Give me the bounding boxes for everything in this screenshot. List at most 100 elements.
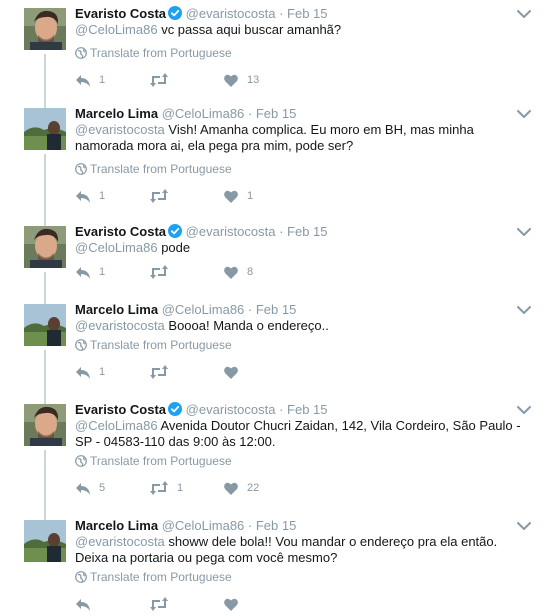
replies-count: 1	[99, 266, 106, 278]
author-handle[interactable]: @CeloLima86	[162, 518, 245, 533]
like-button[interactable]	[223, 596, 247, 612]
separator-dot: ·	[244, 106, 256, 121]
reply-button[interactable]: 1	[75, 72, 105, 88]
author-handle[interactable]: @CeloLima86	[162, 106, 245, 121]
mention-link[interactable]: @CeloLima86	[75, 418, 158, 433]
timestamp[interactable]: Feb 15	[287, 224, 327, 239]
tweet-text: @evaristocosta showw dele bola!! Vou man…	[75, 534, 523, 566]
translate-label: Translate from Portuguese	[90, 570, 232, 584]
author-name[interactable]: Evaristo Costa	[75, 402, 166, 417]
tweet-text: @evaristocosta Vish! Amanha complica. Eu…	[75, 122, 523, 154]
tweet-text: @evaristocosta Boooa! Manda o endereço..	[75, 318, 523, 334]
chevron-down-icon[interactable]	[517, 402, 531, 414]
mention-link[interactable]: @evaristocosta	[75, 534, 165, 549]
like-icon	[223, 481, 239, 496]
reply-icon	[75, 365, 91, 380]
reply-button[interactable]: 1	[75, 364, 105, 380]
tweet-header: Marcelo Lima @CeloLima86 · Feb 15	[75, 302, 513, 318]
retweet-button[interactable]	[149, 72, 177, 88]
avatar[interactable]	[24, 520, 66, 562]
tweet-text: @CeloLima86 vc passa aqui buscar amanhã?	[75, 22, 523, 38]
reply-button[interactable]: 5	[75, 480, 105, 496]
tweet-actions	[75, 596, 375, 612]
author-handle[interactable]: @CeloLima86	[162, 302, 245, 317]
tweet-header: Marcelo Lima @CeloLima86 · Feb 15	[75, 106, 513, 122]
timestamp[interactable]: Feb 15	[256, 106, 296, 121]
author-name[interactable]: Evaristo Costa	[75, 6, 166, 21]
timestamp[interactable]: Feb 15	[256, 302, 296, 317]
replies-count: 5	[99, 482, 106, 494]
translate-link[interactable]: Translate from Portuguese	[75, 46, 232, 62]
author-handle[interactable]: @evaristocosta	[186, 224, 276, 239]
author-name[interactable]: Marcelo Lima	[75, 518, 158, 533]
translate-link[interactable]: Translate from Portuguese	[75, 570, 232, 586]
tweet[interactable]: Marcelo Lima @CeloLima86 · Feb 15 @evaris…	[0, 512, 553, 616]
avatar[interactable]	[24, 304, 66, 346]
timestamp[interactable]: Feb 15	[256, 518, 296, 533]
separator-dot: ·	[275, 402, 288, 417]
translate-link[interactable]: Translate from Portuguese	[75, 454, 232, 470]
chevron-down-icon[interactable]	[517, 302, 531, 314]
avatar[interactable]	[24, 108, 66, 150]
chevron-down-icon[interactable]	[517, 224, 531, 236]
like-icon	[223, 265, 239, 280]
reply-button[interactable]: 1	[75, 264, 105, 280]
mention-link[interactable]: @evaristocosta	[75, 318, 165, 333]
reply-icon	[75, 73, 91, 88]
conversation-thread: Evaristo Costa @evaristocosta · Feb 15 @C…	[0, 0, 553, 616]
avatar[interactable]	[24, 8, 66, 50]
chevron-down-icon[interactable]	[517, 6, 531, 18]
timestamp[interactable]: Feb 15	[287, 402, 327, 417]
reply-button[interactable]: 1	[75, 188, 105, 204]
translate-link[interactable]: Translate from Portuguese	[75, 338, 232, 354]
avatar[interactable]	[24, 226, 66, 268]
retweet-icon	[149, 188, 169, 204]
mention-link[interactable]: @CeloLima86	[75, 240, 158, 255]
retweet-icon	[149, 364, 169, 380]
retweet-button[interactable]	[149, 596, 177, 612]
globe-icon	[75, 339, 87, 354]
author-name[interactable]: Marcelo Lima	[75, 302, 158, 317]
timestamp[interactable]: Feb 15	[287, 6, 327, 21]
likes-count: 1	[247, 190, 254, 202]
tweet[interactable]: Evaristo Costa @evaristocosta · Feb 15 @C…	[0, 396, 553, 520]
avatar[interactable]	[24, 404, 66, 446]
retweet-icon	[149, 72, 169, 88]
retweet-button[interactable]	[149, 188, 177, 204]
mention-link[interactable]: @evaristocosta	[75, 122, 165, 137]
translate-label: Translate from Portuguese	[90, 162, 232, 176]
like-button[interactable]	[223, 364, 247, 380]
like-icon	[223, 365, 239, 380]
author-handle[interactable]: @evaristocosta	[186, 6, 276, 21]
translate-label: Translate from Portuguese	[90, 338, 232, 352]
chevron-down-icon[interactable]	[517, 106, 531, 118]
chevron-down-icon[interactable]	[517, 518, 531, 530]
author-name[interactable]: Marcelo Lima	[75, 106, 158, 121]
reply-icon	[75, 597, 91, 612]
retweet-icon	[149, 480, 169, 496]
retweet-button[interactable]: 1	[149, 480, 183, 496]
like-button[interactable]: 13	[223, 72, 259, 88]
author-name[interactable]: Evaristo Costa	[75, 224, 166, 239]
retweet-button[interactable]	[149, 264, 177, 280]
retweet-button[interactable]	[149, 364, 177, 380]
tweet[interactable]: Marcelo Lima @CeloLima86 · Feb 15 @evaris…	[0, 296, 553, 404]
translate-link[interactable]: Translate from Portuguese	[75, 162, 232, 178]
retweet-icon	[149, 596, 169, 612]
tweet[interactable]: Evaristo Costa @evaristocosta · Feb 15 @C…	[0, 218, 553, 304]
like-button[interactable]: 1	[223, 188, 253, 204]
translate-label: Translate from Portuguese	[90, 454, 232, 468]
author-handle[interactable]: @evaristocosta	[186, 402, 276, 417]
tweet-actions: 1	[75, 364, 375, 380]
mention-link[interactable]: @CeloLima86	[75, 22, 158, 37]
like-button[interactable]: 22	[223, 480, 259, 496]
tweet-actions: 11	[75, 188, 375, 204]
tweet[interactable]: Marcelo Lima @CeloLima86 · Feb 15 @evaris…	[0, 100, 553, 226]
like-button[interactable]: 8	[223, 264, 253, 280]
tweet-content: Boooa! Manda o endereço..	[164, 318, 329, 333]
replies-count: 1	[99, 74, 106, 86]
reply-button[interactable]	[75, 596, 99, 612]
tweet[interactable]: Evaristo Costa @evaristocosta · Feb 15 @C…	[0, 0, 553, 108]
reply-icon	[75, 265, 91, 280]
thread-connector	[44, 450, 46, 520]
